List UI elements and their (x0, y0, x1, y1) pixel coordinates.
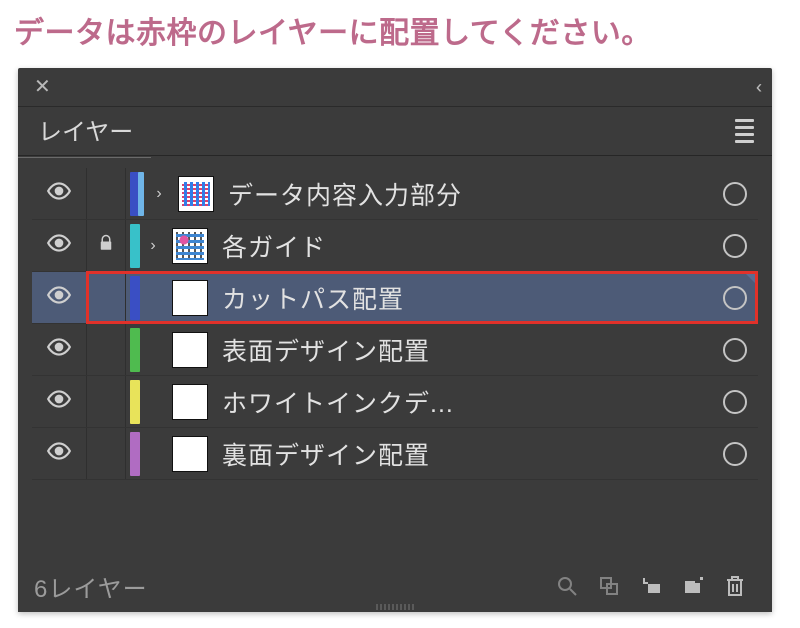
lock-toggle[interactable] (87, 324, 126, 375)
new-sublayer-icon[interactable] (630, 568, 672, 604)
layer-row[interactable]: 表面デザイン配置 (32, 324, 758, 376)
visibility-toggle[interactable] (32, 428, 87, 479)
lock-toggle[interactable] (87, 168, 126, 219)
panel-menu-icon[interactable] (729, 113, 760, 149)
layer-color-chip (130, 432, 140, 476)
eye-icon (46, 386, 72, 417)
search-icon[interactable] (546, 568, 588, 604)
layer-color-chip (130, 276, 140, 320)
panel-footer: 6レイヤー (18, 560, 772, 612)
layer-name-label[interactable]: データ内容入力部分 (228, 176, 712, 212)
visibility-toggle[interactable] (32, 220, 87, 271)
layer-row[interactable]: 裏面デザイン配置 (32, 428, 758, 480)
target-icon[interactable] (712, 338, 758, 362)
visibility-toggle[interactable] (32, 272, 87, 323)
layer-thumbnail (178, 176, 214, 212)
instruction-text: データは赤枠のレイヤーに配置してください。 (0, 0, 800, 64)
layer-thumbnail (172, 436, 208, 472)
visibility-toggle[interactable] (32, 376, 87, 427)
layer-thumbnail (172, 280, 208, 316)
target-icon[interactable] (712, 182, 758, 206)
layer-thumbnail (172, 384, 208, 420)
resize-grip-icon[interactable] (365, 604, 425, 610)
layer-color-chip (130, 224, 140, 268)
collect-icon[interactable] (588, 568, 630, 604)
chevron-right-icon[interactable]: › (146, 185, 172, 203)
layer-row[interactable]: › データ内容入力部分 (32, 168, 758, 220)
lock-toggle[interactable] (87, 272, 126, 323)
layer-name-label[interactable]: 表面デザイン配置 (222, 332, 712, 368)
panel-titlebar: ✕ ‹‹ (18, 68, 772, 107)
layer-row[interactable]: カットパス配置 (32, 272, 758, 324)
collapse-panel-icon[interactable]: ‹‹ (756, 77, 762, 98)
lock-icon (97, 234, 115, 257)
close-icon[interactable]: ✕ (28, 73, 57, 101)
layer-name-label[interactable]: ホワイトインクデ... (222, 384, 712, 420)
trash-icon[interactable] (714, 568, 756, 604)
eye-icon (46, 178, 72, 209)
visibility-toggle[interactable] (32, 168, 87, 219)
layer-row[interactable]: › 各ガイド (32, 220, 758, 272)
layers-panel: ✕ ‹‹ レイヤー › データ内容入力部分 › 各ガイドカットパス配置表面デザイン配置… (18, 68, 772, 612)
target-icon[interactable] (712, 234, 758, 258)
tab-layers[interactable]: レイヤー (18, 106, 151, 158)
target-icon[interactable] (712, 286, 758, 310)
layer-color-chip (138, 172, 144, 216)
layer-name-label[interactable]: カットパス配置 (222, 280, 712, 316)
visibility-toggle[interactable] (32, 324, 87, 375)
layer-color-chip (130, 328, 140, 372)
chevron-right-icon[interactable]: › (140, 237, 166, 255)
tabs-row: レイヤー (18, 107, 772, 156)
layer-name-label[interactable]: 裏面デザイン配置 (222, 436, 712, 472)
layer-count-label: 6レイヤー (34, 569, 148, 604)
layer-thumbnail (172, 228, 208, 264)
lock-toggle[interactable] (87, 376, 126, 427)
eye-icon (46, 334, 72, 365)
eye-icon (46, 438, 72, 469)
new-layer-icon[interactable] (672, 568, 714, 604)
layer-thumbnail (172, 332, 208, 368)
layer-row[interactable]: ホワイトインクデ... (32, 376, 758, 428)
eye-icon (46, 230, 72, 261)
target-icon[interactable] (712, 442, 758, 466)
layers-list: › データ内容入力部分 › 各ガイドカットパス配置表面デザイン配置ホワイトインクデ..… (18, 156, 772, 480)
eye-icon (46, 282, 72, 313)
lock-toggle[interactable] (87, 220, 126, 271)
selection-indicator (744, 272, 758, 286)
target-icon[interactable] (712, 390, 758, 414)
layer-name-label[interactable]: 各ガイド (222, 228, 712, 264)
lock-toggle[interactable] (87, 428, 126, 479)
layer-color-chip (130, 380, 140, 424)
